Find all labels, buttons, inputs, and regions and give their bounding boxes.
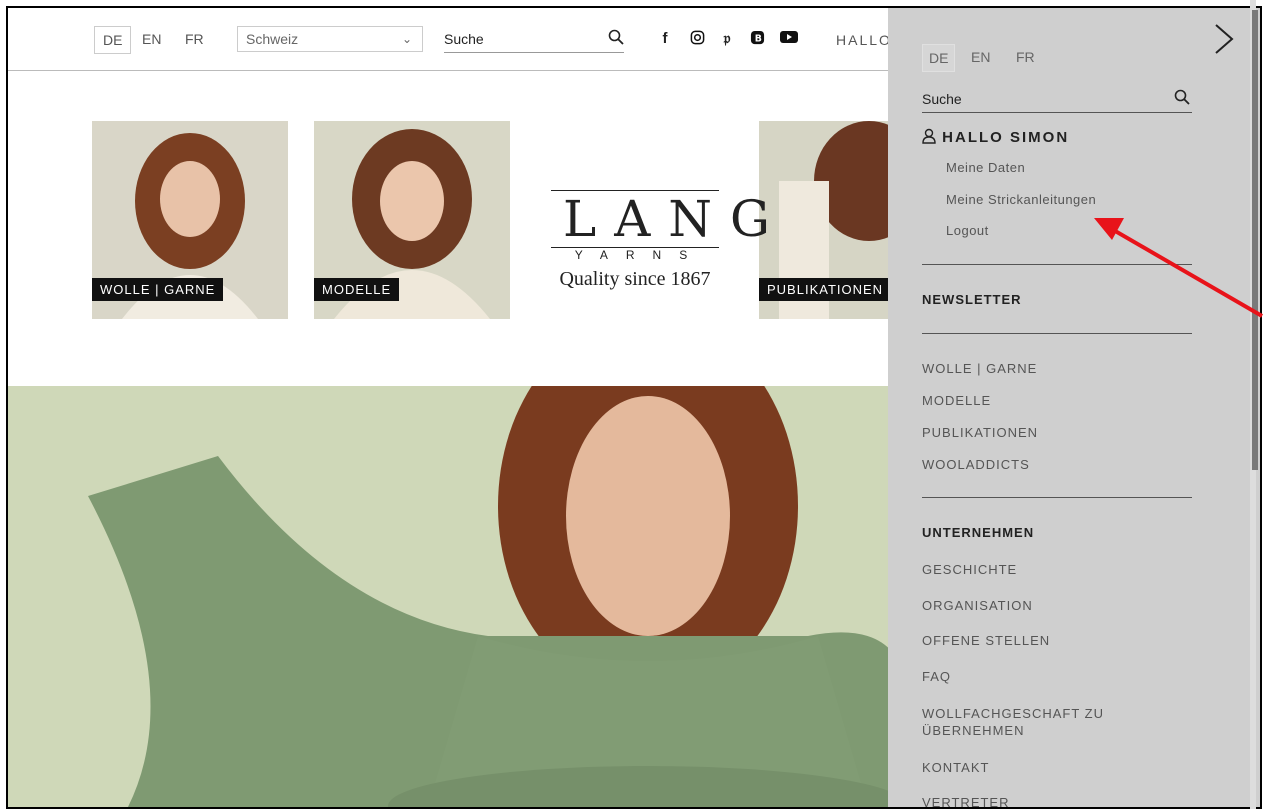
- nav-organisation[interactable]: ORGANISATION: [922, 597, 1162, 614]
- panel-search-input[interactable]: Suche: [922, 86, 1192, 113]
- divider: [922, 497, 1192, 498]
- nav-offene-stellen[interactable]: OFFENE STELLEN: [922, 632, 1162, 649]
- instagram-icon[interactable]: [688, 30, 706, 48]
- account-greeting: HALLO SIMON: [922, 128, 1069, 146]
- lang-yarns-logo[interactable]: LANG YARNS Quality since 1867: [549, 190, 789, 291]
- user-icon: [922, 128, 942, 146]
- link-meine-daten[interactable]: Meine Daten: [946, 160, 1025, 175]
- facebook-icon[interactable]: f: [656, 30, 674, 48]
- blog-icon[interactable]: B: [748, 30, 766, 48]
- nav-wolle-garne[interactable]: WOLLE | GARNE: [922, 360, 1162, 377]
- chevron-down-icon: ⌄: [401, 32, 412, 46]
- nav-kontakt[interactable]: KONTAKT: [922, 759, 1162, 776]
- link-meine-strickanleitungen[interactable]: Meine Strickanleitungen: [946, 192, 1096, 207]
- category-tile-modelle[interactable]: MODELLE: [314, 121, 510, 319]
- svg-text:B: B: [754, 33, 761, 44]
- panel-search-placeholder: Suche: [922, 91, 962, 107]
- side-menu-panel: DE EN FR Suche HALLO SIMON Meine Daten M…: [888, 8, 1260, 807]
- panel-lang-fr[interactable]: FR: [1016, 44, 1035, 70]
- link-logout[interactable]: Logout: [946, 223, 989, 238]
- panel-lang-de[interactable]: DE: [922, 44, 956, 72]
- divider: [922, 264, 1192, 265]
- youtube-icon[interactable]: [780, 30, 798, 48]
- lang-en[interactable]: EN: [142, 26, 161, 52]
- lang-de[interactable]: DE: [94, 26, 132, 54]
- user-greeting[interactable]: HALLO: [836, 32, 892, 48]
- nav-publikationen[interactable]: PUBLIKATIONEN: [922, 424, 1162, 441]
- divider: [922, 333, 1192, 334]
- logo-tagline: Quality since 1867: [559, 268, 711, 290]
- tile-label-wolle: WOLLE | GARNE: [92, 278, 224, 301]
- pinterest-icon[interactable]: 𝔭: [718, 30, 736, 48]
- category-tile-wolle[interactable]: WOLLE | GARNE: [92, 121, 288, 319]
- nav-vertreter[interactable]: VERTRETER: [922, 794, 1162, 807]
- account-greeting-text: HALLO SIMON: [942, 129, 1070, 146]
- nav-wollfachgeschaft[interactable]: WOLLFACHGESCHAFT ZU ÜBERNEHMEN: [922, 705, 1122, 739]
- panel-lang-en[interactable]: EN: [971, 44, 990, 70]
- search-icon[interactable]: [1174, 86, 1190, 112]
- tile-label-modelle: MODELLE: [314, 278, 400, 301]
- link-newsletter[interactable]: NEWSLETTER: [922, 292, 1022, 307]
- unternehmen-heading: UNTERNEHMEN: [922, 525, 1035, 540]
- logo-brand: LANG: [563, 190, 789, 248]
- search-input[interactable]: Suche: [444, 26, 624, 53]
- browser-viewport: DE EN FR Schweiz ⌄ Suche f 𝔭 B HALLO WOL…: [6, 6, 1262, 809]
- country-value: Schweiz: [246, 31, 299, 47]
- nav-wooladdicts[interactable]: WOOLADDICTS: [922, 456, 1162, 473]
- search-placeholder: Suche: [444, 31, 484, 47]
- scrollbar-thumb[interactable]: [1252, 10, 1258, 470]
- lang-fr[interactable]: FR: [185, 26, 204, 52]
- nav-modelle[interactable]: MODELLE: [922, 392, 1162, 409]
- close-menu-chevron-right-icon[interactable]: [1208, 22, 1238, 56]
- nav-geschichte[interactable]: GESCHICHTE: [922, 561, 1162, 578]
- search-icon[interactable]: [608, 26, 624, 52]
- country-select[interactable]: Schweiz ⌄: [237, 26, 423, 52]
- tile-label-publikationen: PUBLIKATIONEN: [759, 278, 892, 301]
- nav-faq[interactable]: FAQ: [922, 668, 1162, 685]
- logo-sub: YARNS: [574, 248, 706, 262]
